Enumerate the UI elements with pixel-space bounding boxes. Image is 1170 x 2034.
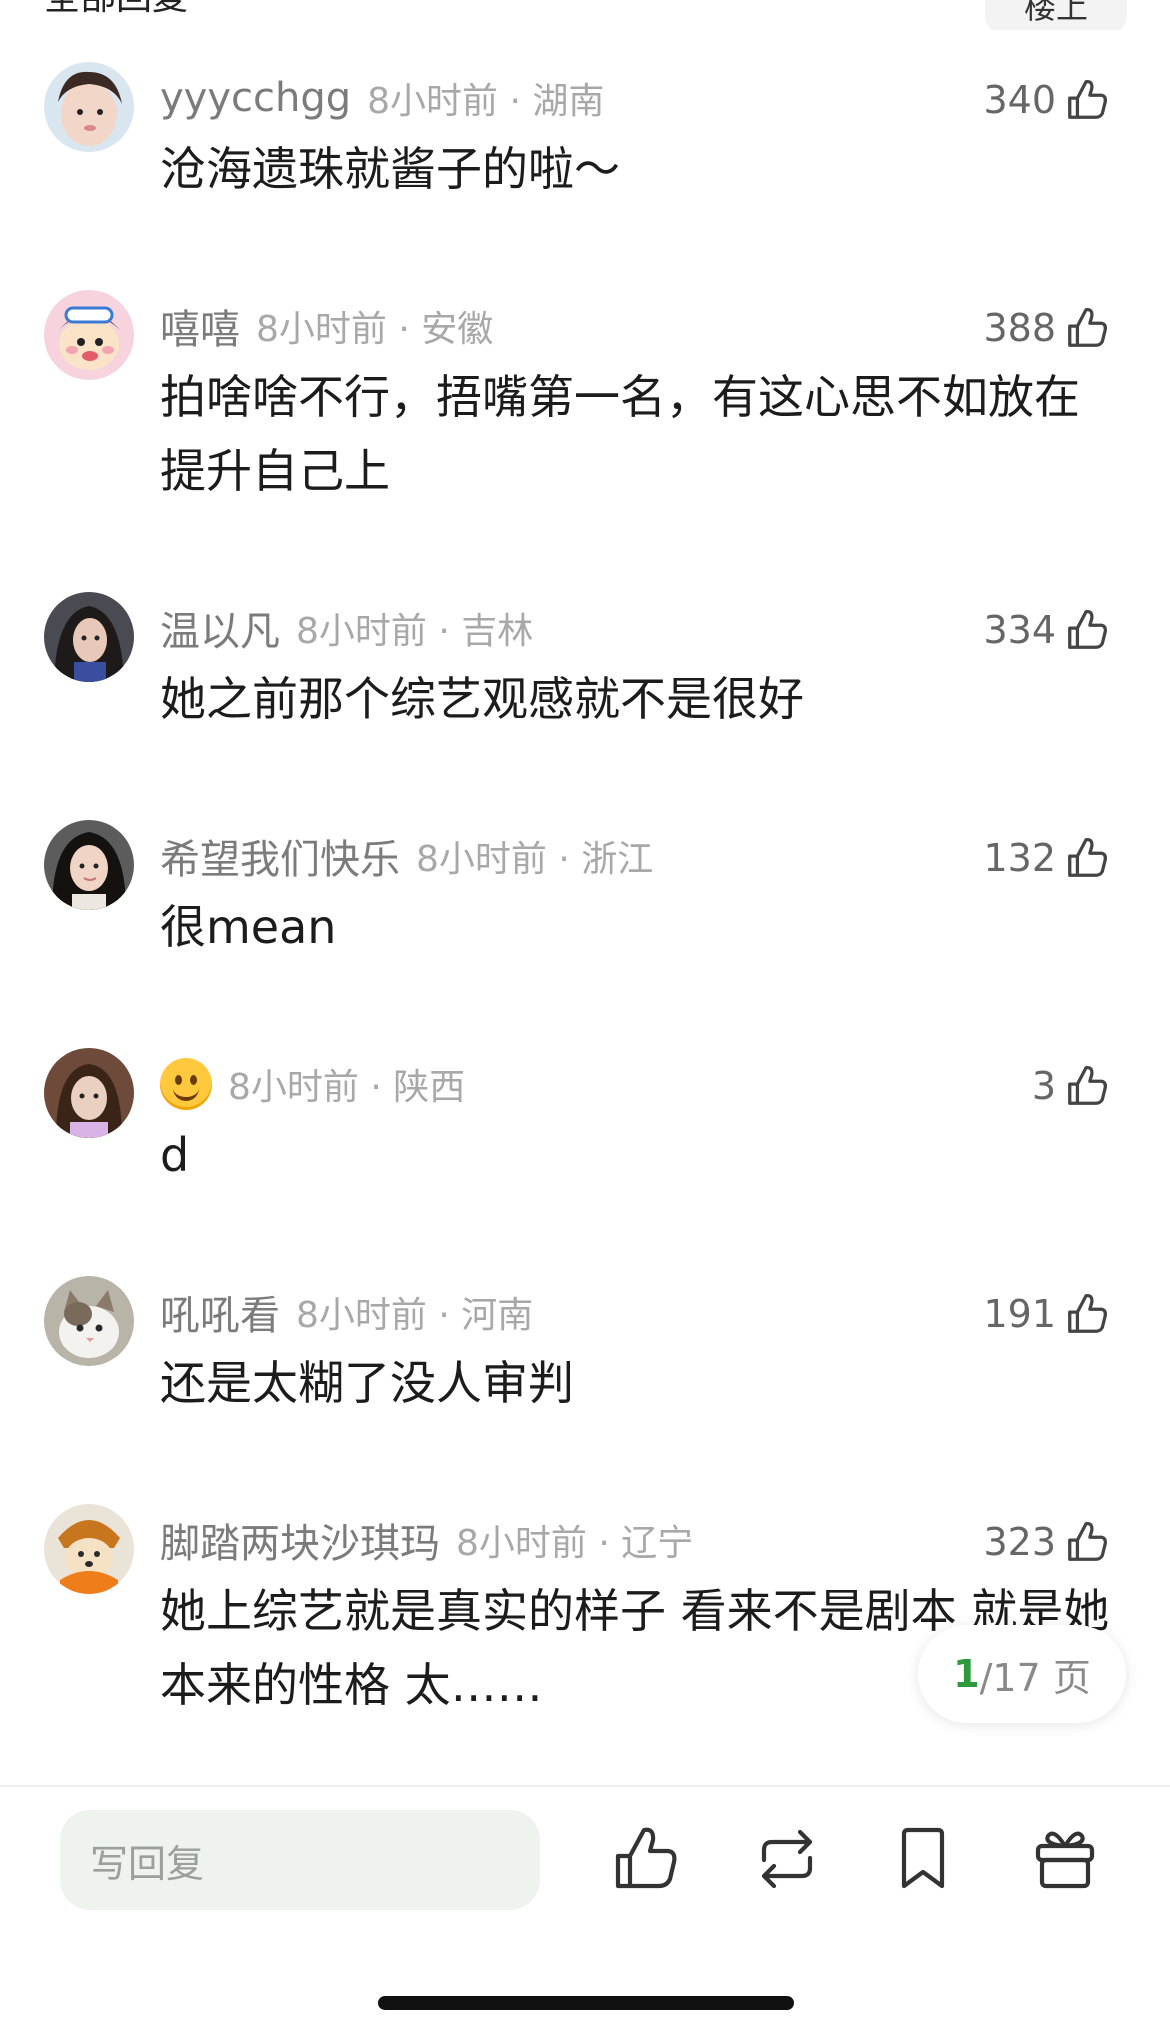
- smiling-face-icon[interactable]: [160, 1058, 212, 1110]
- user-avatar[interactable]: [44, 820, 134, 910]
- reply-input[interactable]: 写回复: [60, 1810, 540, 1910]
- like-count: 132: [983, 836, 1056, 880]
- username[interactable]: 温以凡: [160, 599, 280, 657]
- user-avatar[interactable]: [44, 1048, 134, 1138]
- like-button[interactable]: 191: [983, 1286, 1110, 1342]
- thumbs-up-icon: [1068, 1522, 1107, 1561]
- comment-meta: 8小时前 · 辽宁: [456, 1523, 694, 1564]
- header-strip: 全部回复 楼上: [0, 0, 1170, 30]
- page-indicator[interactable]: 1/17 页: [918, 1625, 1126, 1723]
- like-button[interactable]: 323: [983, 1514, 1110, 1570]
- like-count: 323: [983, 1520, 1056, 1564]
- thumbs-up-icon: [1068, 308, 1107, 347]
- username[interactable]: 吼吼看: [160, 1283, 280, 1341]
- like-count: 334: [983, 608, 1056, 652]
- current-page: 1: [953, 1652, 980, 1696]
- user-avatar[interactable]: [44, 62, 134, 152]
- thumbs-up-icon: [1068, 838, 1107, 877]
- like-button[interactable]: 132: [983, 830, 1110, 886]
- bottom-divider: [0, 1785, 1170, 1787]
- like-icon[interactable]: [608, 1822, 682, 1896]
- thumbs-up-icon: [1068, 80, 1107, 119]
- comment-text: 她之前那个综艺观感就不是很好: [160, 672, 804, 726]
- comment-meta: 8小时前 · 河南: [296, 1295, 534, 1336]
- repost-icon[interactable]: [750, 1822, 824, 1896]
- comment-text: 沧海遗珠就酱子的啦～: [160, 142, 620, 196]
- comment-text: 拍啥啥不行，捂嘴第一名，有这心思不如放在提升自己上: [160, 370, 1080, 498]
- like-button[interactable]: 334: [983, 602, 1110, 658]
- user-avatar[interactable]: [44, 290, 134, 380]
- thumbs-up-icon: [1068, 610, 1107, 649]
- comment-meta: 8小时前 · 浙江: [416, 839, 654, 880]
- user-avatar[interactable]: [44, 1504, 134, 1594]
- home-indicator[interactable]: [378, 1996, 794, 2010]
- username[interactable]: 脚踏两块沙琪玛: [160, 1511, 440, 1569]
- thumbs-up-icon: [1068, 1294, 1107, 1333]
- comment-text: d: [160, 1128, 190, 1182]
- like-count: 340: [983, 78, 1056, 122]
- sort-toggle-button[interactable]: 楼上: [985, 0, 1127, 30]
- like-count: 191: [983, 1292, 1056, 1336]
- username[interactable]: 嘻嘻: [160, 297, 240, 355]
- like-button[interactable]: 340: [983, 72, 1110, 128]
- comment-text: 很mean: [160, 900, 337, 954]
- bookmark-icon[interactable]: [886, 1822, 960, 1896]
- username[interactable]: yyycchgg: [160, 75, 351, 121]
- user-avatar[interactable]: [44, 1276, 134, 1366]
- username[interactable]: 希望我们快乐: [160, 827, 400, 885]
- user-avatar[interactable]: [44, 592, 134, 682]
- like-count: 3: [1031, 1064, 1056, 1108]
- like-button[interactable]: 3: [1032, 1058, 1110, 1114]
- thumbs-up-icon: [1068, 1066, 1107, 1105]
- total-pages: /17 页: [979, 1655, 1091, 1700]
- comment-meta: 8小时前 · 吉林: [296, 611, 534, 652]
- comment-meta: 8小时前 · 陕西: [228, 1067, 466, 1108]
- reply-placeholder: 写回复: [90, 1841, 205, 1886]
- comment-meta: 8小时前 · 湖南: [367, 81, 605, 122]
- like-button[interactable]: 388: [983, 300, 1110, 356]
- comment-meta: 8小时前 · 安徽: [256, 309, 494, 350]
- comment-text: 还是太糊了没人审判: [160, 1356, 574, 1410]
- replies-title: 全部回复: [44, 0, 188, 20]
- gift-icon[interactable]: [1028, 1822, 1102, 1896]
- like-count: 388: [983, 306, 1056, 350]
